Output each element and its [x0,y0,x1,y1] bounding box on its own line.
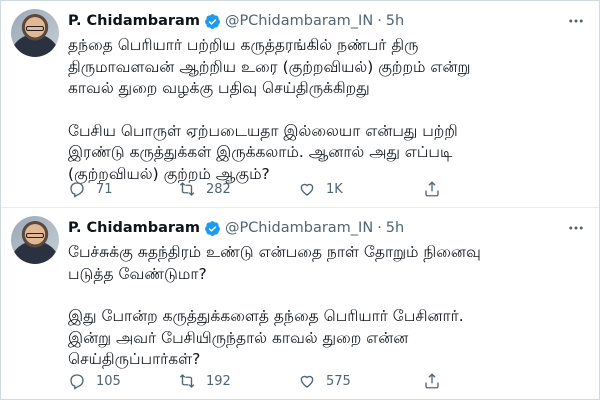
like-icon [300,375,314,388]
timestamp[interactable]: 5h [386,13,404,29]
reply-count: 105 [96,373,121,389]
tweet-actions: 71 282 1K [68,178,588,200]
share-button[interactable] [423,370,441,392]
author-name[interactable]: P. Chidambaram [68,220,200,236]
verified-badge-icon [204,220,220,236]
retweet-icon [179,182,195,196]
reply-count: 71 [96,181,113,197]
share-icon [425,373,439,389]
reply-icon [70,374,84,390]
share-icon [425,181,439,197]
like-count: 575 [326,373,351,389]
tweet-header: P. Chidambaram @PChidambaram_IN · 5h [68,218,404,238]
timestamp[interactable]: 5h [386,220,404,236]
tweet-header: P. Chidambaram @PChidambaram_IN · 5h [68,11,404,31]
separator-dot: · [377,13,382,29]
tweet-actions: 105 192 575 [68,370,588,392]
retweet-count: 192 [206,373,231,389]
retweet-count: 282 [206,181,231,197]
author-handle[interactable]: @PChidambaram_IN [225,13,373,29]
share-button[interactable] [423,178,441,200]
author-handle[interactable]: @PChidambaram_IN [225,220,373,236]
author-name[interactable]: P. Chidambaram [68,13,200,29]
verified-badge-icon [204,13,220,29]
like-button[interactable]: 575 [298,370,351,392]
retweet-button[interactable]: 282 [178,178,231,200]
like-count: 1K [326,181,343,197]
separator-dot: · [377,220,382,236]
retweet-button[interactable]: 192 [178,370,231,392]
more-icon[interactable] [565,11,587,31]
reply-icon [70,182,84,198]
more-icon[interactable] [565,218,587,238]
reply-button[interactable]: 105 [68,370,121,392]
tweet-paragraph: பேசிய பொருள் ஏற்படையதா இல்லையா என்பது பற… [68,121,458,183]
like-icon [300,183,314,196]
tweet[interactable]: P. Chidambaram @PChidambaram_IN · 5h பேச… [1,208,599,400]
tweet-paragraph: தந்தை பெரியார் பற்றிய கருத்தரங்கில் நண்ப… [68,36,471,97]
retweet-icon [179,374,195,388]
like-button[interactable]: 1K [298,178,343,200]
tweet-text: பேச்சுக்கு சுதந்திரம் உண்டு என்பதை நாள் … [68,242,588,371]
tweet[interactable]: P. Chidambaram @PChidambaram_IN · 5h தந்… [1,1,599,207]
tweet-text: தந்தை பெரியார் பற்றிய கருத்தரங்கில் நண்ப… [68,35,588,185]
tweet-paragraph: இது போன்ற கருத்துக்களைத் தந்தை பெரியார் … [68,307,464,368]
avatar[interactable] [11,216,59,264]
tweet-paragraph: பேச்சுக்கு சுதந்திரம் உண்டு என்பதை நாள் … [68,243,481,283]
reply-button[interactable]: 71 [68,178,113,200]
avatar[interactable] [11,9,59,57]
